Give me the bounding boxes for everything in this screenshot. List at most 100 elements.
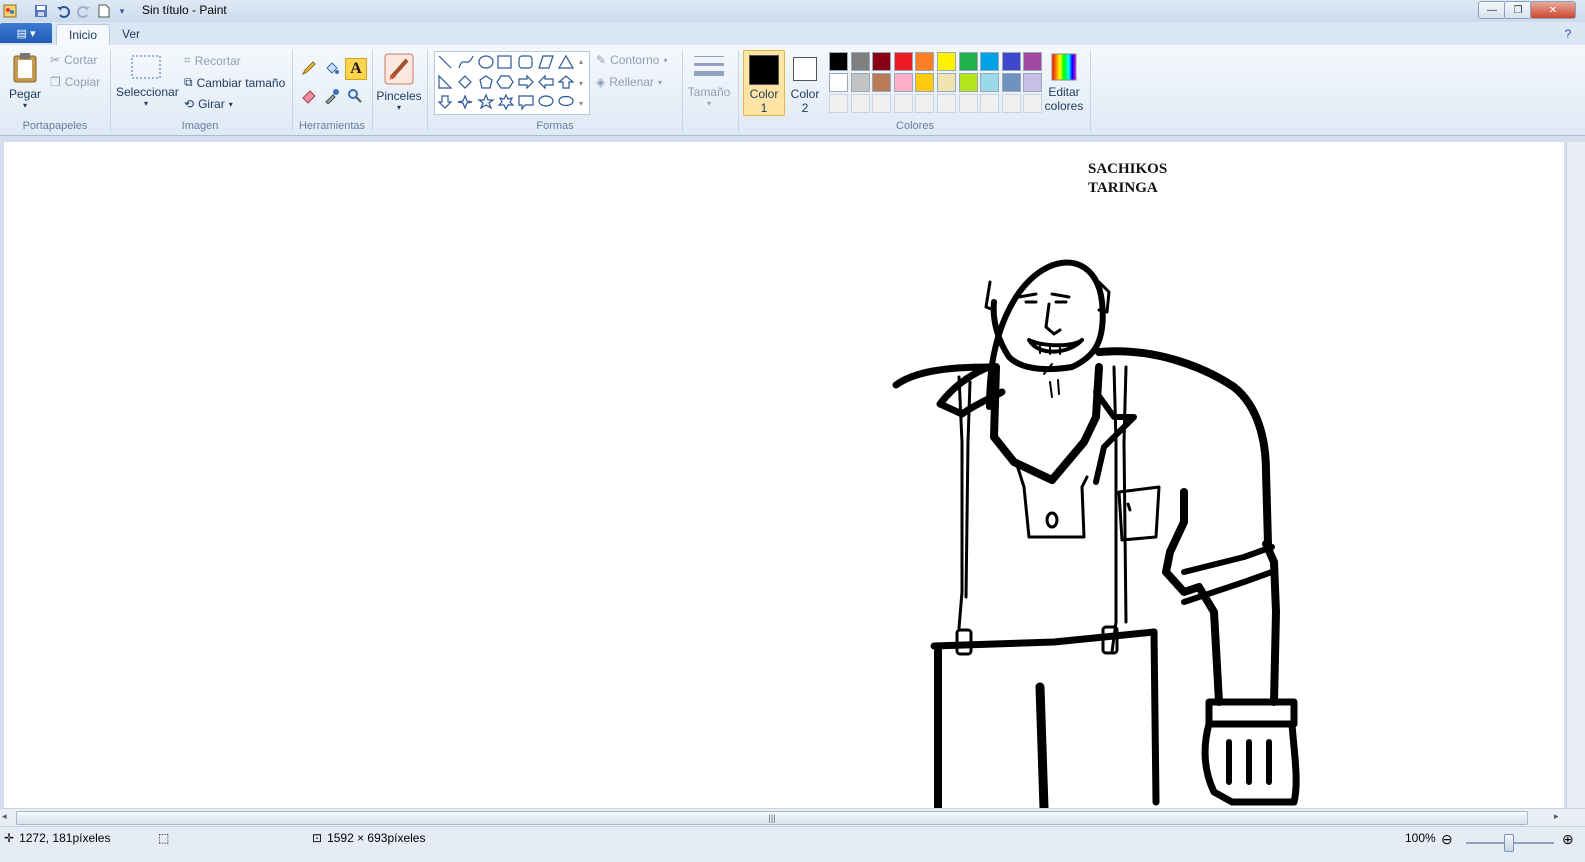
color-swatch[interactable]: [1001, 94, 1021, 113]
copy-button[interactable]: ❐ Copiar: [50, 75, 100, 89]
color-swatch[interactable]: [980, 52, 1000, 71]
fill-bucket-icon[interactable]: [322, 58, 342, 78]
color-swatch[interactable]: [850, 73, 870, 92]
save-icon[interactable]: [33, 3, 49, 19]
horizontal-scrollbar[interactable]: ◂ ||| ▸: [0, 808, 1585, 826]
color2-swatch: [793, 57, 817, 81]
outline-label: Contorno: [610, 53, 660, 67]
edit-colors-button[interactable]: Editar colores: [1044, 52, 1084, 113]
man-drawing: [892, 259, 1300, 808]
color-swatch[interactable]: [850, 52, 870, 71]
shapes-gallery-icons[interactable]: ▴ ▾ ▾: [435, 52, 589, 114]
minimize-button[interactable]: —: [1478, 1, 1506, 19]
eraser-icon[interactable]: [299, 86, 319, 106]
scissors-icon: ✂: [50, 53, 61, 67]
color-swatch[interactable]: [1001, 52, 1021, 71]
crosshair-icon: ✛: [4, 831, 15, 845]
select-button[interactable]: Seleccionar ▾: [116, 54, 179, 108]
scroll-thumb[interactable]: |||: [16, 811, 1528, 825]
divider: [427, 50, 428, 132]
color-swatch[interactable]: [872, 52, 892, 71]
zoom-slider-thumb[interactable]: [1504, 834, 1514, 852]
color-swatch[interactable]: [958, 52, 978, 71]
color-swatch[interactable]: [980, 73, 1000, 92]
color-swatch[interactable]: [958, 73, 978, 92]
magnifier-icon[interactable]: [345, 86, 365, 106]
customize-toolbar-icon[interactable]: ▾: [116, 3, 128, 19]
color-swatch[interactable]: [937, 94, 956, 113]
paste-label: Pegar: [8, 87, 42, 101]
clipboard-icon: [13, 53, 37, 83]
resize-button[interactable]: ⧉ Cambiar tamaño: [184, 75, 285, 90]
resize-label: Cambiar tamaño: [196, 75, 286, 90]
edit-colors-label-line2: colores: [1044, 99, 1084, 113]
colors-group-label: Colores: [896, 120, 934, 132]
color-swatch[interactable]: [1001, 73, 1021, 92]
scroll-right-icon[interactable]: ▸: [1554, 811, 1559, 822]
color-picker-icon[interactable]: [322, 86, 342, 106]
fill-bucket-small-icon: ◈: [596, 75, 606, 89]
tab-inicio[interactable]: Inicio: [56, 24, 111, 45]
color-swatch[interactable]: [958, 94, 978, 113]
tab-ver[interactable]: Ver: [110, 24, 152, 44]
crop-icon: ⌗: [184, 53, 191, 67]
color-swatch[interactable]: [893, 52, 913, 71]
line-width-icon: [694, 56, 724, 76]
color-swatch[interactable]: [893, 94, 913, 113]
color1-label-line2: 1: [760, 101, 768, 115]
color-swatch[interactable]: [872, 94, 892, 113]
outline-button[interactable]: ✎ Contorno ▾: [596, 53, 667, 67]
resize-icon: ⧉: [184, 75, 193, 89]
tools-group-label: Herramientas: [298, 120, 366, 132]
color-swatch[interactable]: [1023, 94, 1043, 113]
text-tool-icon[interactable]: A: [345, 58, 367, 80]
color-swatch[interactable]: [1023, 73, 1043, 92]
app-menu-button[interactable]: ▤ ▾: [0, 23, 52, 43]
title-bar: [0, 0, 1585, 22]
color2-button[interactable]: Color 2: [786, 50, 824, 115]
color-swatch[interactable]: [893, 73, 913, 92]
color-swatch[interactable]: [829, 94, 848, 113]
crop-label: Recortar: [194, 53, 241, 68]
color-swatch[interactable]: [915, 73, 935, 92]
brushes-button[interactable]: Pinceles ▾: [376, 52, 422, 112]
zoom-in-icon[interactable]: ⊕: [1562, 831, 1574, 848]
color-swatch[interactable]: [1023, 52, 1043, 71]
size-button[interactable]: Tamaño ▾: [686, 52, 732, 108]
color1-label-line1: Color: [749, 87, 779, 101]
restore-button[interactable]: ❐: [1504, 1, 1532, 19]
paint-app-icon[interactable]: [2, 3, 18, 19]
canvas-size-value: 1592 × 693píxeles: [327, 831, 426, 845]
color-swatch[interactable]: [915, 94, 935, 113]
rotate-button[interactable]: ⟲ Girar ▾: [184, 97, 233, 111]
vertical-scrollbar[interactable]: [1566, 142, 1585, 808]
color-swatch[interactable]: [915, 52, 935, 71]
color-swatch[interactable]: [829, 52, 848, 71]
outline-pencil-icon: ✎: [596, 53, 607, 67]
drawing-canvas[interactable]: SACHIKOS TARINGA: [4, 142, 1564, 808]
brushes-label: Pinceles: [376, 89, 422, 103]
cut-button[interactable]: ✂ Cortar: [50, 53, 97, 67]
color-swatch[interactable]: [937, 73, 956, 92]
undo-icon[interactable]: [55, 3, 71, 19]
color-swatch[interactable]: [872, 73, 892, 92]
zoom-out-icon[interactable]: ⊖: [1441, 831, 1453, 848]
new-file-icon[interactable]: [96, 3, 112, 19]
help-icon[interactable]: ?: [1560, 26, 1576, 42]
color-swatch[interactable]: [980, 94, 1000, 113]
size-label: Tamaño: [687, 85, 731, 99]
pencil-icon[interactable]: [299, 58, 319, 78]
fill-button[interactable]: ◈ Rellenar ▾: [596, 75, 662, 89]
scroll-left-icon[interactable]: ◂: [2, 811, 7, 822]
color-swatch[interactable]: [850, 94, 870, 113]
divider: [682, 50, 683, 132]
cursor-position: ✛ 1272, 181píxeles: [4, 831, 110, 845]
color1-button[interactable]: Color 1: [743, 50, 785, 116]
shapes-group-label: Formas: [536, 120, 574, 132]
crop-button[interactable]: ⌗ Recortar: [184, 53, 241, 68]
color-swatch[interactable]: [937, 52, 956, 71]
paste-button[interactable]: Pegar ▾: [6, 52, 44, 110]
redo-icon[interactable]: [76, 3, 92, 19]
close-button[interactable]: ✕: [1530, 1, 1576, 19]
color-swatch[interactable]: [829, 73, 848, 92]
